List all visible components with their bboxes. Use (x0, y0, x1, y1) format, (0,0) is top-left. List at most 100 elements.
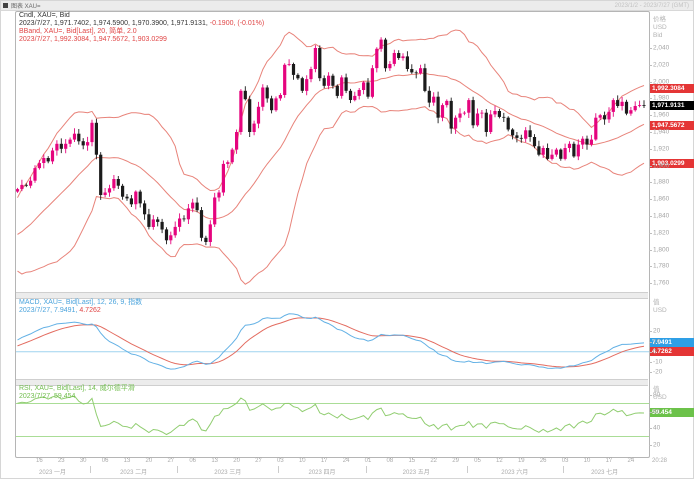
rsi-tick-label: 20 (653, 441, 660, 448)
day-tick-label: 13 (211, 458, 218, 464)
price-tick-label-mark (649, 233, 652, 234)
macd-tick-label: 0 (653, 348, 657, 355)
macd-tick-label-mark (649, 372, 652, 373)
macd-tick-label-mark (649, 352, 652, 353)
macd-tick-label: -20 (653, 368, 662, 375)
month-separator (90, 466, 91, 473)
price-tick-label-mark (649, 283, 652, 284)
day-tick-label: 12 (496, 458, 503, 464)
day-tick-label: 05 (474, 458, 481, 464)
chart-window: 图表 XAU= 2023/1/2 - 2023/7/27 (GMT) Cndl,… (0, 0, 694, 479)
candle-change-values: -0.1900, (-0.01%) (210, 20, 264, 27)
day-tick-label: 06 (102, 458, 109, 464)
month-separator (467, 466, 468, 473)
macd-series-label: MACD, XAU=, Bid[Last], 12, 26, 9, 指数 (19, 299, 142, 306)
macd-tick-label: -10 (653, 358, 662, 365)
month-label: 2023 一月 (39, 467, 66, 476)
price-tick-label-mark (649, 216, 652, 217)
price-tick-label-mark (649, 149, 652, 150)
month-label: 2023 六月 (501, 467, 528, 476)
main-legend: Cndl, XAU=, Bid 2023/7/27, 1,971.7402, 1… (19, 12, 264, 44)
price-tick-label: 1,960 (653, 112, 669, 119)
price-tick-label-mark (649, 132, 652, 133)
price-tick-label-mark (649, 266, 652, 267)
day-tick-label: 22 (430, 458, 437, 464)
month-separator (563, 466, 564, 473)
price-axis-currency: USD (653, 24, 667, 32)
day-tick-label: 06 (189, 458, 196, 464)
day-tick-label: 29 (452, 458, 459, 464)
price-tick-label-mark (649, 98, 652, 99)
day-tick-label: 16 (36, 458, 43, 464)
bband-series-label: BBand, XAU=, Bid[Last], 20, 简单, 2.0 (19, 28, 137, 35)
price-tick-label: 1,880 (653, 179, 669, 186)
month-label: 2023 三月 (214, 467, 241, 476)
day-tick-label: 26 (540, 458, 547, 464)
month-label: 2023 四月 (308, 467, 335, 476)
day-tick-label: 03 (277, 458, 284, 464)
macd-axis-title: 值 (653, 299, 667, 307)
day-tick-label: 08 (387, 458, 394, 464)
price-tick-label: 2,000 (653, 78, 669, 85)
macd-tick-label-mark (649, 331, 652, 332)
price-tick-label: 1,920 (653, 145, 669, 152)
price-tick-label: 1,820 (653, 229, 669, 236)
month-label: 2023 五月 (403, 467, 430, 476)
day-tick-label: 03 (562, 458, 569, 464)
day-tick-label: 17 (321, 458, 328, 464)
price-tick-label-mark (649, 182, 652, 183)
month-label: 2023 二月 (120, 467, 147, 476)
day-tick-label: 24 (628, 458, 635, 464)
day-tick-label: 01 (365, 458, 372, 464)
month-separator (278, 466, 279, 473)
rsi-tick-label-mark (649, 428, 652, 429)
last-price-label: 1,971.9131 (650, 101, 694, 110)
rsi-series-label: RSI, XAU=, Bid[Last], 14, 威尔德平滑 (19, 385, 135, 392)
macd-signal-value: 4.7262 (79, 307, 100, 314)
macd-legend: MACD, XAU=, Bid[Last], 12, 26, 9, 指数 202… (19, 299, 142, 315)
price-tick-label-mark (649, 250, 652, 251)
price-tick-label: 1,780 (653, 263, 669, 270)
day-tick-label: 27 (167, 458, 174, 464)
price-tick-label-mark (649, 82, 652, 83)
price-tick-label: 1,840 (653, 213, 669, 220)
bband-values: 2023/7/27, 1,992.3084, 1,947.5672, 1,903… (19, 36, 167, 43)
day-tick-label: 24 (343, 458, 350, 464)
day-tick-label: 20 (146, 458, 153, 464)
price-tick-label: 1,980 (653, 95, 669, 102)
price-tick-label: 1,940 (653, 129, 669, 136)
macd-value: 2023/7/27, 7.9491, (19, 307, 79, 314)
macd-axis-currency: USD (653, 307, 667, 315)
rsi-value: 2023/7/27, 59.454 (19, 393, 75, 400)
price-tick-label: 2,020 (653, 61, 669, 68)
price-axis-field: Bid (653, 32, 667, 40)
day-tick-label: 10 (584, 458, 591, 464)
day-tick-label: 15 (408, 458, 415, 464)
day-tick-label: 17 (606, 458, 613, 464)
price-tick-label-mark (649, 166, 652, 167)
rsi-tick-label-mark (649, 395, 652, 396)
price-tick-label: 1,860 (653, 196, 669, 203)
day-tick-label: 19 (518, 458, 525, 464)
day-tick-label: 27 (255, 458, 262, 464)
price-tick-label: 1,760 (653, 280, 669, 287)
day-tick-label: 20 (233, 458, 240, 464)
price-tick-label: 2,040 (653, 45, 669, 52)
rsi-legend: RSI, XAU=, Bid[Last], 14, 威尔德平滑 2023/7/2… (19, 385, 135, 401)
price-axis-header: 价格 USD Bid (653, 16, 667, 40)
candle-series-label: Cndl, XAU=, Bid (19, 12, 70, 19)
price-axis-title: 价格 (653, 16, 667, 24)
rsi-tick-label: 60 (653, 408, 660, 415)
price-tick-label: 1,800 (653, 246, 669, 253)
macd-tick-label: 10 (653, 338, 660, 345)
macd-tick-label-mark (649, 342, 652, 343)
price-tick-label-mark (649, 199, 652, 200)
chart-plot-area[interactable] (1, 1, 694, 480)
rsi-tick-label-mark (649, 445, 652, 446)
price-tick-label-mark (649, 115, 652, 116)
macd-axis-header: 值 USD (653, 299, 667, 315)
macd-tick-label: 20 (653, 328, 660, 335)
month-separator (366, 466, 367, 473)
panel-splitter-main-macd[interactable] (16, 292, 648, 299)
day-tick-label: 13 (124, 458, 131, 464)
